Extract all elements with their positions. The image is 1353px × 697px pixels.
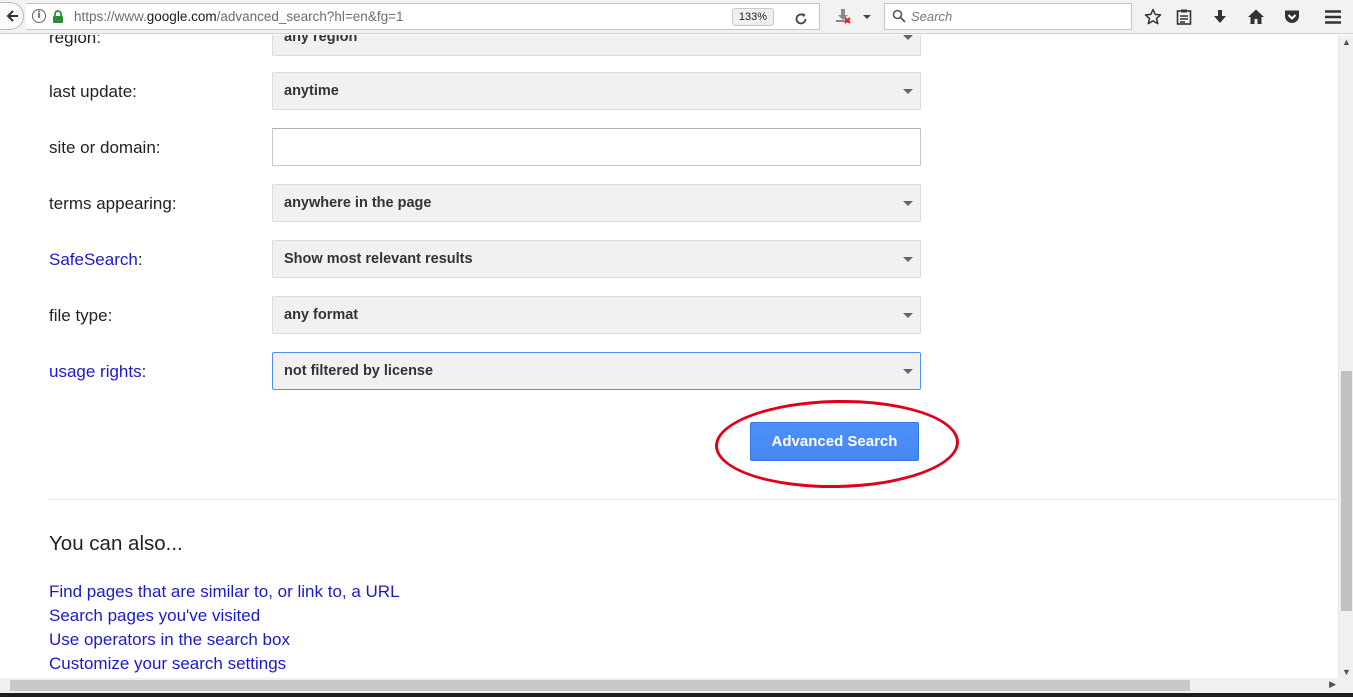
clipboard-icon — [1176, 9, 1192, 25]
site-or-domain-row: site or domain: — [0, 128, 1338, 166]
chevron-down-icon — [863, 15, 871, 19]
you-can-also-heading: You can also... — [49, 532, 183, 555]
scroll-up-arrow-icon[interactable]: ▲ — [1342, 37, 1351, 47]
terms-appearing-label: terms appearing: — [49, 194, 177, 213]
last-update-value: anytime — [284, 83, 339, 99]
link-pages-visited[interactable]: Search pages you've visited — [49, 606, 260, 626]
reload-icon — [795, 13, 807, 25]
usage-rights-link[interactable]: usage rights — [49, 362, 142, 381]
reload-button[interactable] — [788, 6, 814, 32]
download-arrow-icon — [1214, 10, 1226, 23]
advanced-search-page: region: any region last update: anytime … — [0, 35, 1338, 678]
site-or-domain-input[interactable] — [272, 128, 921, 166]
last-update-row: last update: anytime — [0, 72, 1338, 110]
browser-search-bar[interactable] — [884, 3, 1132, 30]
file-type-value: any format — [284, 307, 359, 323]
browser-toolbar: i https://www.google.com/advanced_search… — [0, 0, 1353, 34]
downloads-button[interactable] — [1207, 4, 1233, 30]
safesearch-label: SafeSearch: — [49, 250, 143, 270]
url-host: google.com — [146, 9, 217, 24]
region-label: region: — [49, 35, 101, 47]
usage-rights-row: usage rights: not filtered by license — [0, 352, 1338, 390]
usage-rights-colon: : — [141, 362, 147, 381]
last-update-select[interactable]: anytime — [272, 72, 921, 110]
safesearch-value: Show most relevant results — [284, 251, 473, 267]
dropdown-arrow-icon — [903, 313, 913, 318]
toolbar-dropdown-button[interactable] — [858, 4, 876, 30]
link-search-operators[interactable]: Use operators in the search box — [49, 630, 290, 650]
menu-button[interactable] — [1320, 4, 1346, 30]
home-icon — [1248, 9, 1264, 24]
pocket-icon — [1285, 10, 1299, 23]
last-update-label: last update: — [49, 82, 137, 101]
region-select[interactable]: any region — [272, 35, 921, 56]
scroll-down-arrow-icon[interactable]: ▼ — [1342, 667, 1351, 677]
dropdown-arrow-icon — [903, 369, 913, 374]
url-prefix: https://www. — [74, 9, 147, 24]
scroll-right-arrow-icon[interactable]: ▶ — [1329, 679, 1336, 690]
scrollbar-corner — [1338, 678, 1353, 693]
dropdown-arrow-icon — [903, 35, 913, 40]
safesearch-row: SafeSearch: Show most relevant results — [0, 240, 1338, 278]
star-icon — [1144, 8, 1162, 25]
file-type-label: file type: — [49, 306, 113, 325]
bookmark-star-button[interactable] — [1140, 4, 1166, 30]
blocked-download-icon — [836, 9, 851, 24]
dropdown-arrow-icon — [903, 89, 913, 94]
safesearch-select[interactable]: Show most relevant results — [272, 240, 921, 278]
browser-search-input[interactable] — [911, 7, 1121, 26]
link-similar-pages[interactable]: Find pages that are similar to, or link … — [49, 582, 400, 602]
usage-rights-label: usage rights: — [49, 362, 146, 382]
divider — [48, 499, 1338, 500]
dropdown-arrow-icon — [903, 201, 913, 206]
back-button[interactable] — [0, 2, 24, 30]
dropdown-arrow-icon — [903, 257, 913, 262]
site-or-domain-label: site or domain: — [49, 138, 161, 157]
lock-icon — [53, 10, 63, 23]
horizontal-scroll-thumb[interactable] — [10, 680, 1190, 691]
terms-appearing-select[interactable]: anywhere in the page — [272, 184, 921, 222]
region-value: any region — [284, 35, 358, 45]
safesearch-link[interactable]: SafeSearch — [49, 250, 138, 269]
terms-appearing-row: terms appearing: anywhere in the page — [0, 184, 1338, 222]
address-bar[interactable]: i https://www.google.com/advanced_search… — [26, 3, 820, 30]
terms-appearing-value: anywhere in the page — [284, 195, 432, 211]
safesearch-colon: : — [137, 250, 143, 269]
pocket-button[interactable] — [1279, 4, 1305, 30]
horizontal-scrollbar[interactable]: ▶ — [0, 678, 1338, 693]
usage-rights-select[interactable]: not filtered by license — [272, 352, 921, 390]
advanced-search-button[interactable]: Advanced Search — [750, 422, 919, 461]
file-type-select[interactable]: any format — [272, 296, 921, 334]
blocked-download-button[interactable] — [832, 5, 854, 27]
usage-rights-value: not filtered by license — [284, 363, 434, 379]
back-arrow-icon — [6, 10, 18, 22]
reading-list-button[interactable] — [1171, 4, 1197, 30]
link-search-settings[interactable]: Customize your search settings — [49, 654, 286, 674]
url-path: /advanced_search?hl=en&fg=1 — [216, 9, 404, 24]
window-bottom-edge — [0, 693, 1353, 697]
url-text[interactable]: https://www.google.com/advanced_search?h… — [74, 9, 403, 24]
home-button[interactable] — [1243, 4, 1269, 30]
zoom-indicator[interactable]: 133% — [732, 8, 774, 26]
hamburger-menu-icon — [1325, 10, 1341, 24]
vertical-scrollbar[interactable]: ▲ ▼ — [1338, 35, 1353, 678]
region-row: region: any region — [0, 35, 1338, 56]
file-type-row: file type: any format — [0, 296, 1338, 334]
info-icon[interactable]: i — [32, 9, 46, 23]
search-icon — [892, 9, 906, 23]
vertical-scroll-thumb[interactable] — [1341, 371, 1352, 611]
